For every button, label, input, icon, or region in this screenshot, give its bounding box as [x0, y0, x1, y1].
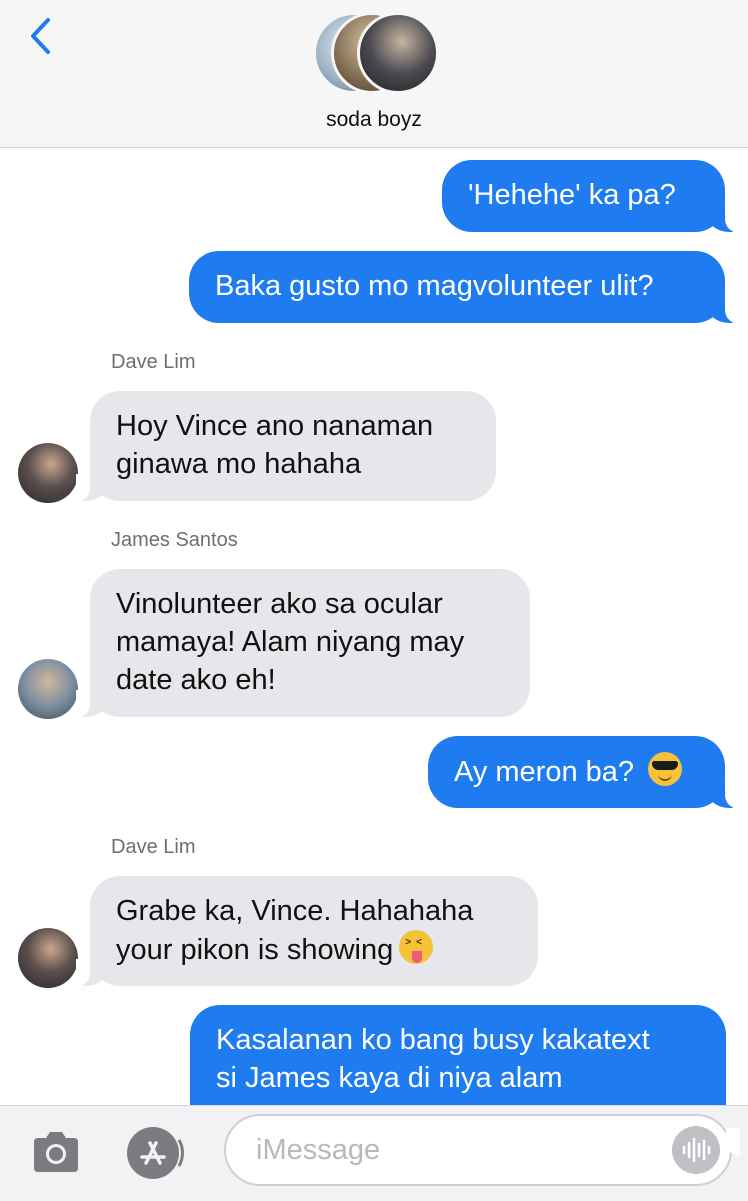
- group-avatar[interactable]: [313, 12, 439, 94]
- audio-message-button[interactable]: [672, 1126, 720, 1174]
- message-line-with-emoji: your pikon is showing ><: [116, 930, 512, 969]
- message-line: Vinolunteer ako sa ocular: [116, 588, 443, 620]
- avatar[interactable]: [18, 443, 78, 503]
- sent-message[interactable]: Baka gusto mo magvolunteer ulit?: [189, 251, 739, 324]
- waveform-icon: [682, 1137, 711, 1163]
- message-line: si James kaya di niya alam: [216, 1062, 563, 1094]
- message-input[interactable]: iMessage: [224, 1114, 732, 1186]
- camera-button[interactable]: [30, 1128, 82, 1176]
- sender-name: James Santos: [111, 529, 238, 551]
- smiling-face-with-sunglasses-icon: [648, 752, 683, 786]
- sender-name: Dave Lim: [111, 351, 196, 373]
- message-text: 'Hehehe' ka pa?: [468, 179, 676, 211]
- chevron-left-icon: [31, 18, 50, 54]
- message-line: ginawa mo hahaha: [116, 448, 362, 480]
- message-text: Baka gusto mo magvolunteer ulit?: [215, 270, 654, 302]
- message-line: date ako eh!: [116, 664, 276, 696]
- camera-icon: [34, 1132, 78, 1172]
- avatar[interactable]: [18, 928, 78, 988]
- member-avatar: [357, 12, 439, 94]
- message-line: Kasalanan ko bang busy kakatext: [216, 1024, 650, 1056]
- squinting-face-with-tongue-icon: ><: [399, 930, 434, 964]
- app-store-icon: [127, 1127, 184, 1179]
- received-message[interactable]: Hoy Vince ano nanaman ginawa mo hahaha: [76, 391, 496, 502]
- message-line: Grabe ka, Vince. Hahahaha: [116, 895, 474, 927]
- app-store-button[interactable]: [126, 1126, 188, 1180]
- sent-message[interactable]: 'Hehehe' ka pa?: [442, 160, 739, 233]
- received-message[interactable]: Grabe ka, Vince. Hahahaha your pikon is …: [76, 876, 538, 987]
- avatar[interactable]: [18, 659, 78, 719]
- back-button[interactable]: [22, 14, 58, 58]
- message-input-placeholder: iMessage: [256, 1134, 381, 1166]
- message-line: your pikon is showing: [116, 934, 394, 966]
- sender-name: Dave Lim: [111, 836, 196, 858]
- group-name[interactable]: soda boyz: [0, 108, 748, 132]
- message-line: Hoy Vince ano nanaman: [116, 410, 434, 442]
- received-message[interactable]: Vinolunteer ako sa ocular mamaya! Alam n…: [76, 569, 530, 718]
- compose-bar: iMessage: [0, 1105, 748, 1201]
- message-text: Ay meron ba?: [454, 756, 635, 788]
- sent-message[interactable]: Ay meron ba?: [428, 736, 739, 809]
- message-line: mamaya! Alam niyang may: [116, 626, 465, 658]
- conversation-header: soda boyz: [0, 0, 748, 148]
